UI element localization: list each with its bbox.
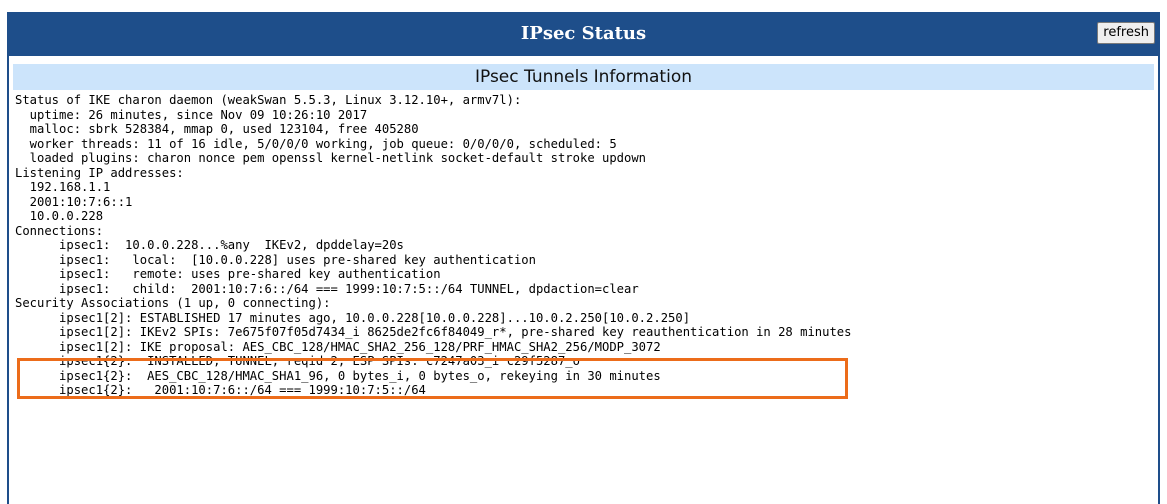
status-line: ipsec1: 10.0.0.228...%any IKEv2, dpddela… bbox=[15, 238, 404, 252]
status-line: Listening IP addresses: bbox=[15, 165, 184, 180]
status-line: ipsec1: remote: uses pre-shared key auth… bbox=[15, 267, 441, 281]
security-associations-highlight bbox=[17, 358, 848, 399]
status-line: uptime: 26 minutes, since Nov 09 10:26:1… bbox=[15, 107, 368, 122]
ipsec-status-panel: IPsec Status refresh IPsec Tunnels Infor… bbox=[7, 12, 1160, 504]
status-line: Connections: bbox=[15, 223, 104, 238]
status-line: Security Associations (1 up, 0 connectin… bbox=[15, 296, 331, 310]
status-line: worker threads: 11 of 16 idle, 5/0/0/0 w… bbox=[15, 136, 617, 151]
section-title: IPsec Tunnels Information bbox=[13, 64, 1154, 90]
status-line: Status of IKE charon daemon (weakSwan 5.… bbox=[15, 93, 522, 107]
status-line: 192.168.1.1 bbox=[15, 180, 111, 194]
status-line: ipsec1[2]: IKEv2 SPIs: 7e675f07f05d7434_… bbox=[15, 325, 852, 339]
status-output: Status of IKE charon daemon (weakSwan 5.… bbox=[15, 93, 1154, 398]
status-line: ipsec1: child: 2001:10:7:6::/64 === 1999… bbox=[15, 281, 639, 296]
status-line: ipsec1: local: [10.0.0.228] uses pre-sha… bbox=[15, 252, 536, 267]
status-line: ipsec1[2]: ESTABLISHED 17 minutes ago, 1… bbox=[15, 310, 691, 325]
panel-title-bar: IPsec Status refresh bbox=[9, 12, 1158, 56]
refresh-button[interactable]: refresh bbox=[1097, 22, 1155, 44]
status-line: 2001:10:7:6::1 bbox=[15, 194, 133, 209]
status-line: ipsec1[2]: IKE proposal: AES_CBC_128/HMA… bbox=[15, 339, 661, 354]
status-line: 10.0.0.228 bbox=[15, 209, 104, 223]
status-line: loaded plugins: charon nonce pem openssl… bbox=[15, 151, 647, 165]
page-title: IPsec Status bbox=[520, 23, 647, 44]
status-line: malloc: sbrk 528384, mmap 0, used 123104… bbox=[15, 122, 419, 136]
